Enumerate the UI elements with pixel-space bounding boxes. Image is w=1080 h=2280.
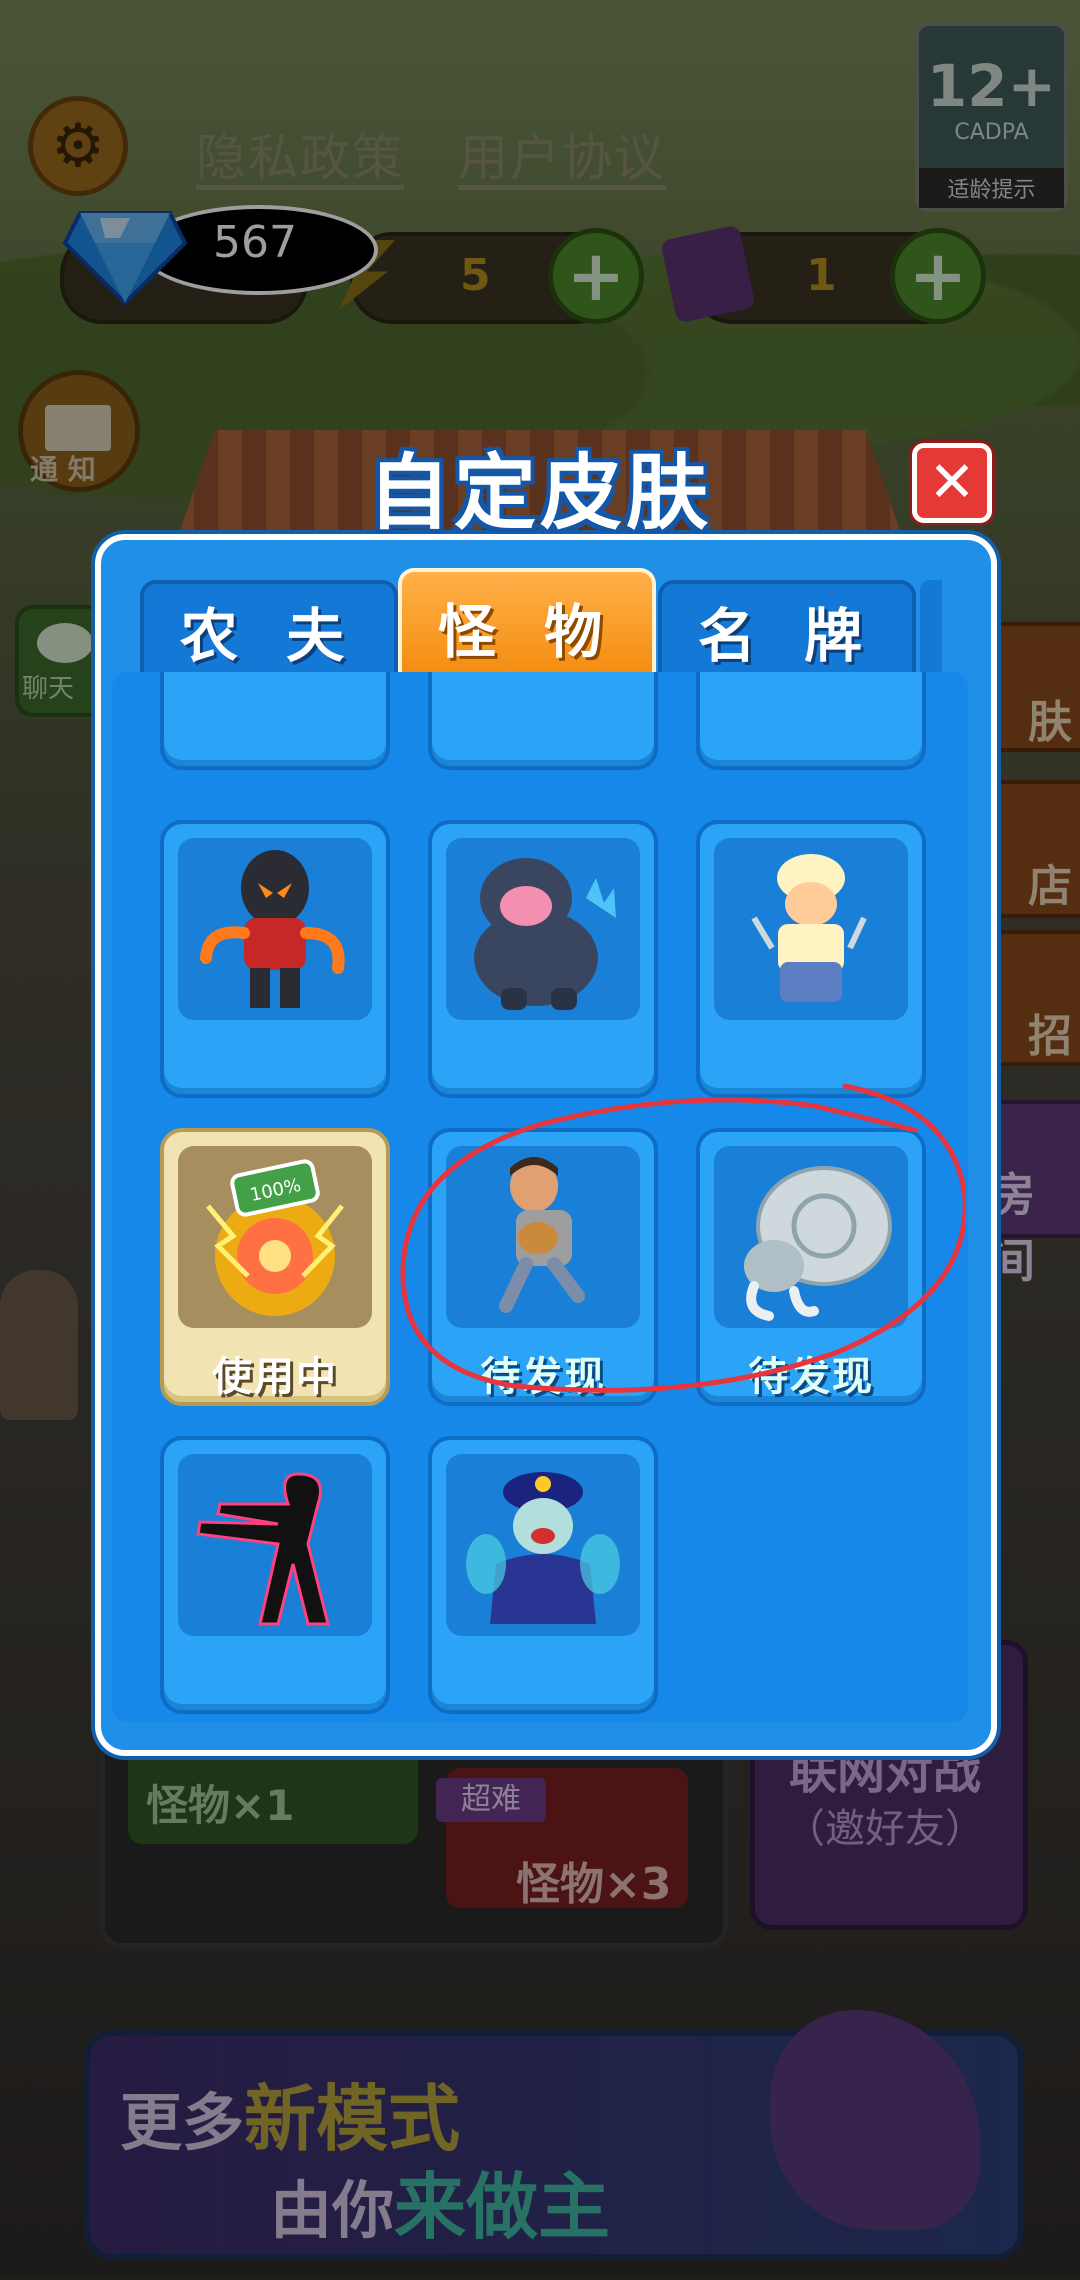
energy-orb-art: 100% <box>178 1146 372 1328</box>
kaiju-icon <box>474 858 616 1010</box>
lava-ninja-art <box>178 838 372 1020</box>
kaiju-art <box>446 838 640 1020</box>
card-status-in-use: 使用中 <box>212 1354 338 1400</box>
jiangshi-art <box>446 1454 640 1636</box>
shadow-figure-icon <box>196 1472 330 1626</box>
skin-card-partial[interactable] <box>428 672 658 770</box>
tab-overflow-edge <box>920 580 942 674</box>
tab-bar: 农 夫 怪 物 名 牌 <box>140 568 940 682</box>
tab-nameplate[interactable]: 名 牌 <box>658 580 916 678</box>
jiangshi-icon <box>466 1472 620 1624</box>
claw-fighter-art <box>714 838 908 1020</box>
close-button[interactable]: ✕ <box>912 443 992 523</box>
claw-fighter-icon <box>751 854 867 1002</box>
annotation-circle <box>400 1083 965 1393</box>
energy-orb-icon: 100% <box>206 1159 344 1316</box>
shadow-figure-art <box>178 1454 372 1636</box>
skin-card-jiangshi[interactable] <box>428 1436 658 1714</box>
tab-farmer[interactable]: 农 夫 <box>140 580 398 678</box>
skin-card-claw-fighter[interactable] <box>696 820 926 1098</box>
skin-card-kaiju[interactable] <box>428 820 658 1098</box>
skin-card-energy-orb[interactable]: 100% 使用中 <box>160 1128 390 1406</box>
skin-card-lava-ninja[interactable] <box>160 820 390 1098</box>
skin-card-partial[interactable] <box>696 672 926 770</box>
lava-ninja-icon <box>200 850 345 1008</box>
skin-card-partial[interactable] <box>160 672 390 770</box>
tab-monster[interactable]: 怪 物 <box>398 568 656 682</box>
skin-card-shadow-figure[interactable] <box>160 1436 390 1714</box>
